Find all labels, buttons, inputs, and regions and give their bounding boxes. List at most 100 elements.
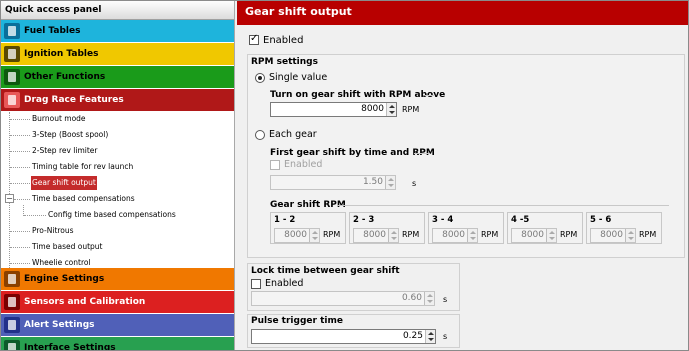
rpm-unit: RPM — [323, 230, 341, 239]
rpm-unit: RPM — [481, 230, 499, 239]
gear-rpm-input[interactable]: 8000 — [353, 228, 399, 243]
tree-item-time-based-output[interactable]: Time based output — [32, 240, 103, 254]
category-label: Alert Settings — [24, 320, 95, 330]
gear-rpm-2-3: 2 - 3 8000 RPM — [349, 212, 425, 244]
pulse-trigger-value: 0.25 — [402, 331, 423, 341]
category-sensors-and-calibration[interactable]: Sensors and Calibration — [1, 291, 234, 314]
tree-item-pro-nitrous[interactable]: Pro-Nitrous — [32, 224, 74, 238]
rpm-unit: RPM — [560, 230, 578, 239]
first-gear-time-input[interactable]: 1.50 — [270, 175, 396, 190]
spinner-arrows-icon[interactable] — [388, 229, 398, 242]
checkbox-unchecked-icon — [270, 159, 280, 170]
seconds-unit: s — [443, 332, 448, 341]
enabled-checkbox[interactable]: Enabled — [249, 33, 304, 46]
category-label: Other Functions — [24, 72, 106, 82]
drag-race-icon — [4, 92, 20, 108]
category-other-functions[interactable]: Other Functions — [1, 66, 234, 89]
tree-item-config-time-based-compensations[interactable]: Config time based compensations — [48, 208, 176, 222]
gear-rpm-input[interactable]: 8000 — [274, 228, 320, 243]
gear-rpm-value: 8000 — [363, 230, 386, 240]
gear-shift-rpm-title: Gear shift RPM — [270, 200, 346, 210]
each-gear-label: Each gear — [269, 129, 317, 140]
gear-label: 4 -5 — [511, 215, 530, 225]
category-label: Drag Race Features — [24, 95, 124, 105]
gear-label: 5 - 6 — [590, 215, 612, 225]
spinner-arrows-icon[interactable] — [625, 229, 635, 242]
gear-label: 2 - 3 — [353, 215, 375, 225]
gear-rpm-input[interactable]: 8000 — [590, 228, 636, 243]
tree-branch — [10, 119, 30, 120]
lock-time-value: 0.60 — [401, 293, 422, 303]
tree-item-3-step[interactable]: 3-Step (Boost spool) — [32, 128, 108, 142]
gear-label: 3 - 4 — [432, 215, 454, 225]
fuel-table-icon — [4, 23, 20, 39]
tree-item-time-based-compensations[interactable]: Time based compensations — [32, 192, 135, 206]
gear-rpm-value: 8000 — [284, 230, 307, 240]
tree-branch — [10, 183, 30, 184]
other-functions-icon — [4, 69, 20, 85]
checkbox-unchecked-icon — [251, 278, 261, 289]
tree-item-burnout-mode[interactable]: Burnout mode — [32, 112, 86, 126]
tree-branch — [14, 199, 30, 200]
category-fuel-tables[interactable]: Fuel Tables — [1, 20, 234, 43]
gear-rpm-input[interactable]: 8000 — [432, 228, 478, 243]
first-gear-label: First gear shift by time and RPM — [270, 148, 435, 158]
seconds-unit: s — [443, 295, 448, 304]
panel-header: Quick access panel — [1, 1, 234, 20]
single-value-radio[interactable]: Single value — [255, 72, 327, 83]
spinner-arrows-icon[interactable] — [386, 103, 396, 116]
category-drag-race-features[interactable]: Drag Race Features — [1, 89, 234, 112]
checkbox-checked-icon — [249, 33, 259, 45]
pulse-trigger-input[interactable]: 0.25 — [251, 329, 436, 344]
spinner-arrows-icon[interactable] — [425, 330, 435, 343]
lock-enabled-checkbox[interactable]: Enabled — [251, 278, 303, 289]
spinner-arrows-icon[interactable] — [385, 176, 395, 189]
spinner-arrows-icon[interactable] — [424, 292, 434, 305]
engine-icon — [4, 271, 20, 287]
category-ignition-tables[interactable]: Ignition Tables — [1, 43, 234, 66]
category-engine-settings[interactable]: Engine Settings — [1, 268, 234, 291]
radio-selected-icon — [255, 72, 265, 83]
tree-item-wheelie-control[interactable]: Wheelie control — [32, 256, 91, 270]
gear-rpm-3-4: 3 - 4 8000 RPM — [428, 212, 504, 244]
spinner-arrows-icon[interactable] — [546, 229, 556, 242]
tree-item-timing-table[interactable]: Timing table for rev launch — [32, 160, 133, 174]
gear-rpm-input[interactable]: 8000 — [511, 228, 557, 243]
gear-label: 1 - 2 — [274, 215, 296, 225]
spinner-arrows-icon[interactable] — [309, 229, 319, 242]
tree-branch — [10, 167, 30, 168]
gear-rpm-value: 8000 — [442, 230, 465, 240]
tree-branch — [24, 215, 46, 216]
ignition-table-icon — [4, 46, 20, 62]
radio-unselected-icon — [255, 129, 265, 140]
rpm-settings-title: RPM settings — [251, 57, 318, 67]
drag-race-tree: − Burnout mode 3-Step (Boost spool) 2-St… — [1, 112, 234, 268]
category-alert-settings[interactable]: Alert Settings — [1, 314, 234, 337]
tree-item-gear-shift-output[interactable]: Gear shift output — [31, 176, 97, 190]
rpm-unit: RPM — [639, 230, 657, 239]
enabled-label: Enabled — [263, 35, 304, 46]
tree-branch — [10, 231, 30, 232]
lock-time-input[interactable]: 0.60 — [251, 291, 435, 306]
tree-branch — [10, 135, 30, 136]
category-interface-settings[interactable]: Interface Settings — [1, 337, 234, 351]
gear-shift-panel: Gear shift output Enabled RPM settings S… — [237, 1, 688, 350]
category-label: Interface Settings — [24, 343, 116, 351]
turn-on-rpm-value: 8000 — [361, 104, 384, 114]
turn-on-rpm-input[interactable]: 8000 — [270, 102, 397, 117]
sensor-icon — [4, 294, 20, 310]
separator — [337, 205, 669, 206]
category-label: Sensors and Calibration — [24, 297, 146, 307]
each-gear-radio[interactable]: Each gear — [255, 129, 317, 140]
first-gear-enabled-checkbox[interactable]: Enabled — [270, 159, 322, 170]
alert-icon — [4, 317, 20, 333]
first-gear-time-value: 1.50 — [362, 177, 383, 187]
quick-access-panel: Quick access panel Fuel Tables Ignition … — [1, 1, 235, 351]
category-label: Ignition Tables — [24, 49, 99, 59]
spinner-arrows-icon[interactable] — [467, 229, 477, 242]
tree-item-2-step[interactable]: 2-Step rev limiter — [32, 144, 98, 158]
gear-rpm-5-6: 5 - 6 8000 RPM — [586, 212, 662, 244]
collapse-icon[interactable]: − — [5, 194, 14, 203]
single-value-label: Single value — [269, 72, 328, 83]
lock-enabled-label: Enabled — [265, 278, 304, 289]
